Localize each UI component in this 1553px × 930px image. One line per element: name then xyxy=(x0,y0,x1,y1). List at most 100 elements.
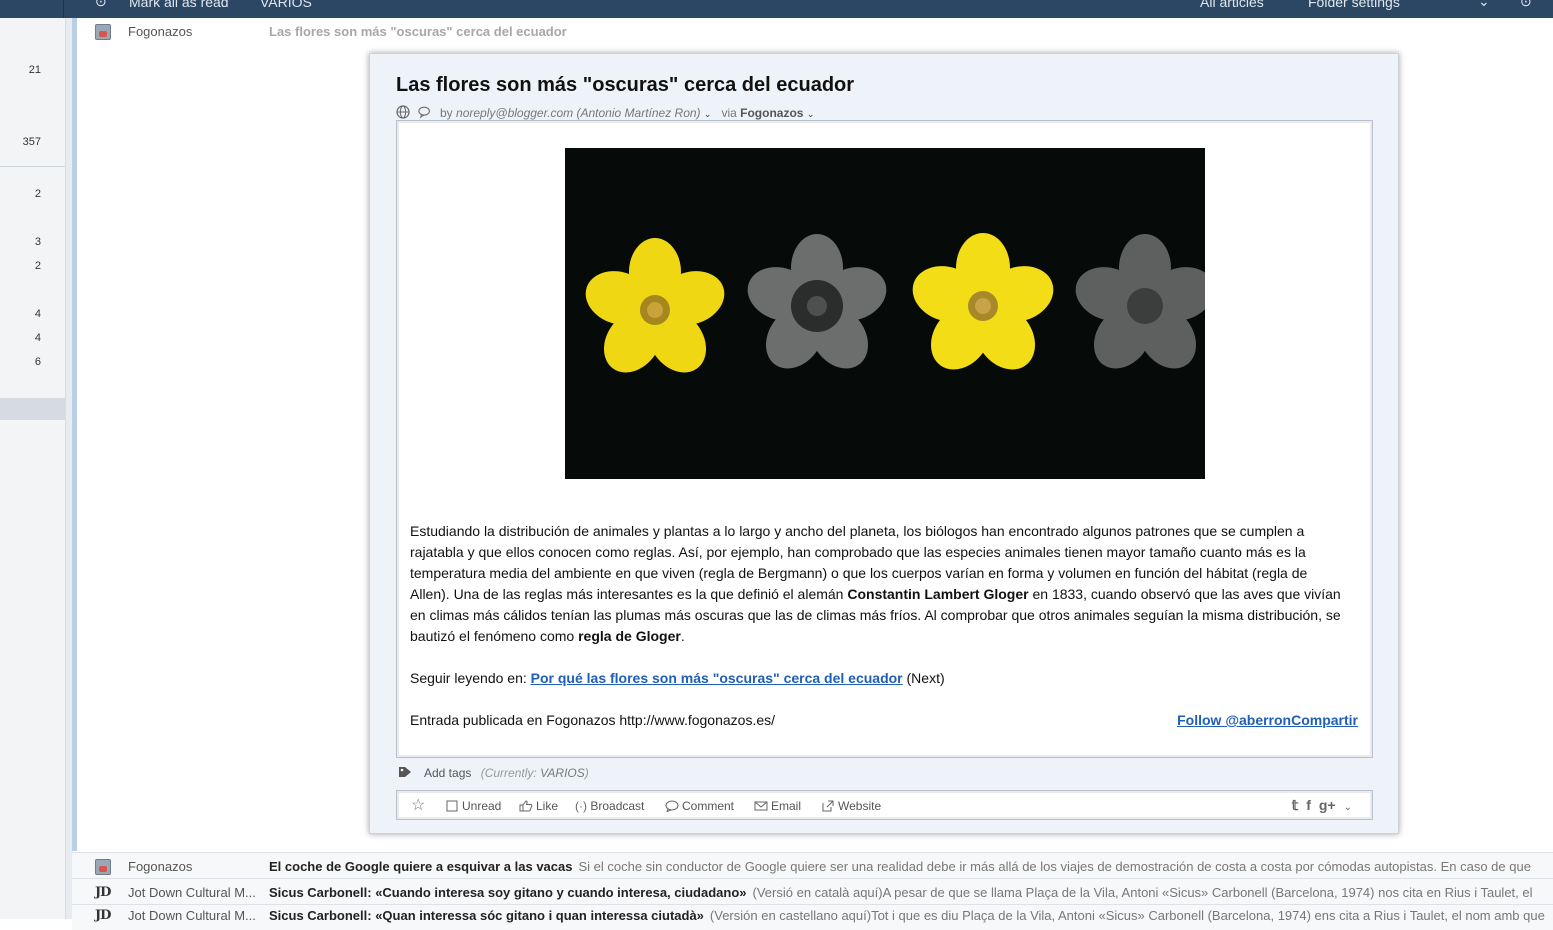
row-source: Jot Down Cultural M... xyxy=(128,885,256,900)
website-button[interactable]: Website xyxy=(821,799,881,813)
thumbs-up-icon xyxy=(519,800,533,812)
article-image-flowers[interactable] xyxy=(565,148,1205,479)
continue-reading-link[interactable]: Por qué las flores son más "oscuras" cer… xyxy=(531,670,903,686)
row-title[interactable]: El coche de Google quiere a esquivar a l… xyxy=(269,859,1531,874)
bold-rule: regla de Gloger xyxy=(578,628,681,644)
external-link-icon xyxy=(822,800,834,812)
article-card: Las flores son más "oscuras" cerca del e… xyxy=(369,53,1399,834)
refresh-icon[interactable]: ⊙ xyxy=(95,0,107,10)
paragraph-text: . xyxy=(680,628,685,644)
bold-name: Constantin Lambert Gloger xyxy=(847,586,1029,602)
sidebar-count[interactable]: 4 xyxy=(35,332,41,344)
currently-close: ) xyxy=(584,766,589,780)
list-item[interactable]: JD Jot Down Cultural M... Sicus Carbonel… xyxy=(72,904,1553,930)
flowers-photo xyxy=(565,148,1205,479)
list-item[interactable]: JD Jot Down Cultural M... Sicus Carbonel… xyxy=(72,878,1553,904)
sidebar-count[interactable]: 357 xyxy=(23,136,41,148)
article-paragraph: Estudiando la distribución de animales y… xyxy=(410,521,1350,647)
row-source: Fogonazos xyxy=(128,24,193,39)
sidebar-count[interactable]: 21 xyxy=(29,64,41,76)
expanded-row-marker xyxy=(72,18,77,851)
speech-bubbles-icon[interactable] xyxy=(418,105,432,119)
folder-settings-dropdown[interactable]: Folder settings xyxy=(1308,0,1400,10)
row-snippet: (Versió en català aquí)A pesar de que se… xyxy=(752,885,1533,900)
row-title[interactable]: Las flores son más "oscuras" cerca del e… xyxy=(269,24,567,39)
sidebar-count[interactable]: 6 xyxy=(35,356,41,368)
via-label: via xyxy=(721,106,737,120)
row-source: Fogonazos xyxy=(128,859,193,874)
broadcast-icon: (·) xyxy=(575,799,587,813)
mark-all-read-button[interactable]: Mark all as read xyxy=(129,0,229,10)
add-tags-button[interactable]: Add tags xyxy=(424,766,471,780)
continue-prefix: Seguir leyendo en: xyxy=(410,670,531,686)
current-tag: VARIOS xyxy=(540,766,585,780)
unread-button[interactable]: Unread xyxy=(445,799,501,813)
continue-reading: Seguir leyendo en: Por qué las flores so… xyxy=(410,668,1350,689)
email-button[interactable]: Email xyxy=(754,799,801,813)
row-title[interactable]: Sicus Carbonell: «Cuando interesa soy gi… xyxy=(269,885,1533,900)
row-snippet: (Versión en castellano aquí)Tot i que es… xyxy=(709,908,1545,923)
like-button[interactable]: Like xyxy=(519,799,558,813)
star-icon[interactable]: ☆ xyxy=(411,795,425,815)
facebook-icon[interactable]: f xyxy=(1306,797,1311,813)
row-title-text: Sicus Carbonell: «Cuando interesa soy gi… xyxy=(269,885,747,900)
twitter-icon[interactable]: 𝕥 xyxy=(1292,797,1299,813)
next-icon[interactable]: ⌄ xyxy=(1478,0,1490,10)
sidebar-count[interactable]: 4 xyxy=(35,308,41,320)
published-line: Entrada publicada en Fogonazos http://ww… xyxy=(410,710,1358,731)
feed-favicon-icon xyxy=(95,859,111,875)
row-title[interactable]: Sicus Carbonell: «Quan interessa sóc git… xyxy=(269,908,1545,923)
email-label: Email xyxy=(771,799,802,813)
row-source: Jot Down Cultural M... xyxy=(128,908,256,923)
article-body: Estudiando la distribución de animales y… xyxy=(410,521,1358,752)
checkbox-icon xyxy=(446,800,458,812)
currently-label: (Currently: xyxy=(480,766,537,780)
share-buttons: 𝕥 f g+ ⌄ xyxy=(1284,797,1352,814)
previous-icon[interactable]: ⌃ xyxy=(1440,0,1452,10)
row-title-text: El coche de Google quiere a esquivar a l… xyxy=(269,859,573,874)
broadcast-button[interactable]: (·) Broadcast xyxy=(575,799,644,813)
globe-icon[interactable] xyxy=(396,105,410,119)
follow-link[interactable]: Follow @aberronCompartir xyxy=(1177,710,1358,731)
jd-favicon-icon: JD xyxy=(95,885,111,900)
sidebar-count[interactable]: 2 xyxy=(35,188,41,200)
list-item[interactable]: Fogonazos El coche de Google quiere a es… xyxy=(72,852,1553,878)
published-text: Entrada publicada en Fogonazos http://ww… xyxy=(410,712,776,728)
sidebar: 21 357 2 3 2 4 4 6 xyxy=(0,18,66,919)
article-content: Estudiando la distribución de animales y… xyxy=(396,120,1373,758)
chevron-down-icon[interactable]: ⌄ xyxy=(704,109,712,119)
article-actions: ☆ Unread Like (·) Broadcast Comment Emai… xyxy=(396,790,1373,820)
article-meta: by noreply@blogger.com (Antonio Martínez… xyxy=(396,105,824,120)
sidebar-count[interactable]: 3 xyxy=(35,236,41,248)
sidebar-count[interactable]: 2 xyxy=(35,260,41,272)
help-icon[interactable]: ⊙ xyxy=(1520,0,1532,10)
sidebar-selected-item[interactable] xyxy=(0,398,65,420)
website-label: Website xyxy=(838,799,882,813)
continue-suffix: (Next) xyxy=(902,670,945,686)
tag-icon[interactable] xyxy=(398,766,412,778)
row-title-text: Sicus Carbonell: «Quan interessa sóc git… xyxy=(269,908,704,923)
chevron-down-icon[interactable]: ⌄ xyxy=(1344,802,1352,813)
feed-favicon-icon xyxy=(95,24,111,40)
row-snippet: Si el coche sin conductor de Google quie… xyxy=(578,859,1531,874)
top-toolbar: ⊙ Mark all as read VARIOS All articles F… xyxy=(0,0,1553,18)
like-label: Like xyxy=(536,799,559,813)
chevron-down-icon[interactable]: ⌄ xyxy=(807,109,815,119)
all-articles-dropdown[interactable]: All articles xyxy=(1200,0,1264,10)
comment-button[interactable]: Comment xyxy=(665,799,734,813)
jd-favicon-icon: JD xyxy=(95,908,111,923)
article-author[interactable]: noreply@blogger.com (Antonio Martínez Ro… xyxy=(456,106,701,120)
comment-icon xyxy=(665,800,679,812)
unread-label: Unread xyxy=(462,799,502,813)
by-label: by xyxy=(440,106,453,120)
tags-bar: Add tags (Currently: VARIOS) xyxy=(398,766,589,780)
google-plus-icon[interactable]: g+ xyxy=(1319,797,1336,813)
sidebar-divider xyxy=(0,166,65,167)
toolbar-left-segment xyxy=(0,0,64,18)
folder-title: VARIOS xyxy=(260,0,312,10)
expanded-row-header[interactable]: Fogonazos Las flores son más "oscuras" c… xyxy=(84,18,1553,46)
comment-label: Comment xyxy=(682,799,735,813)
article-title[interactable]: Las flores son más "oscuras" cerca del e… xyxy=(396,74,854,97)
broadcast-label: Broadcast xyxy=(590,799,645,813)
via-feed-link[interactable]: Fogonazos xyxy=(740,106,803,120)
